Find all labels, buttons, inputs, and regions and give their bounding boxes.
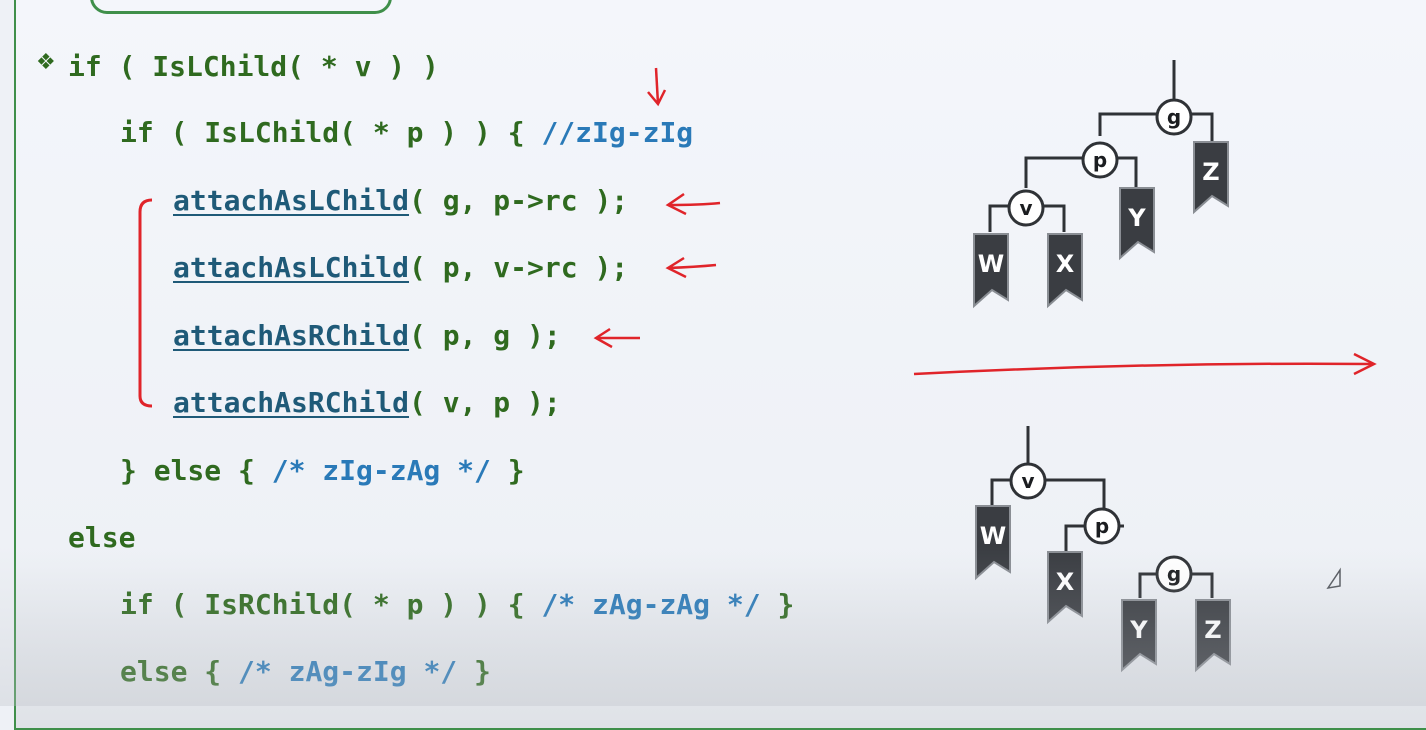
subtree-w: W — [973, 233, 1009, 309]
subtree-x: X — [1047, 233, 1083, 309]
node-g: g — [1155, 98, 1193, 136]
node-g-after: g — [1155, 555, 1193, 593]
node-p: p — [1081, 141, 1119, 179]
svg-text:g: g — [1167, 562, 1181, 586]
red-right-arrow-icon — [913, 352, 1377, 376]
annotations-and-trees: g p v W X Y Z v p g W X Y Z — [138, 60, 1377, 673]
node-v-after: v — [1009, 462, 1047, 500]
node-v: v — [1007, 189, 1045, 227]
red-left-arrow-icon — [593, 327, 641, 349]
node-p-after: p — [1083, 507, 1121, 545]
svg-text:Z: Z — [1204, 616, 1221, 644]
svg-text:g: g — [1167, 105, 1181, 129]
svg-text:W: W — [980, 522, 1006, 550]
cursor-icon — [1326, 567, 1341, 590]
red-down-arrow-icon — [654, 67, 660, 105]
red-left-arrow-icon — [665, 256, 717, 279]
subtree-z: Z — [1193, 141, 1229, 215]
svg-text:Z: Z — [1202, 158, 1219, 186]
svg-text:Y: Y — [1129, 616, 1148, 644]
svg-text:W: W — [978, 250, 1004, 278]
svg-text:p: p — [1095, 514, 1109, 538]
svg-text:Y: Y — [1127, 204, 1146, 232]
svg-text:v: v — [1021, 469, 1034, 493]
subtree-x-after: X — [1047, 551, 1083, 625]
svg-text:p: p — [1093, 148, 1107, 172]
red-left-arrow-icon — [665, 192, 721, 216]
subtree-y-after: Y — [1121, 599, 1157, 673]
subtree-z-after: Z — [1195, 599, 1231, 673]
svg-text:v: v — [1019, 196, 1032, 220]
subtree-y: Y — [1119, 187, 1155, 261]
svg-text:X: X — [1056, 250, 1075, 278]
subtree-w-after: W — [975, 505, 1011, 581]
svg-text:X: X — [1056, 568, 1075, 596]
red-bracket — [138, 198, 153, 408]
